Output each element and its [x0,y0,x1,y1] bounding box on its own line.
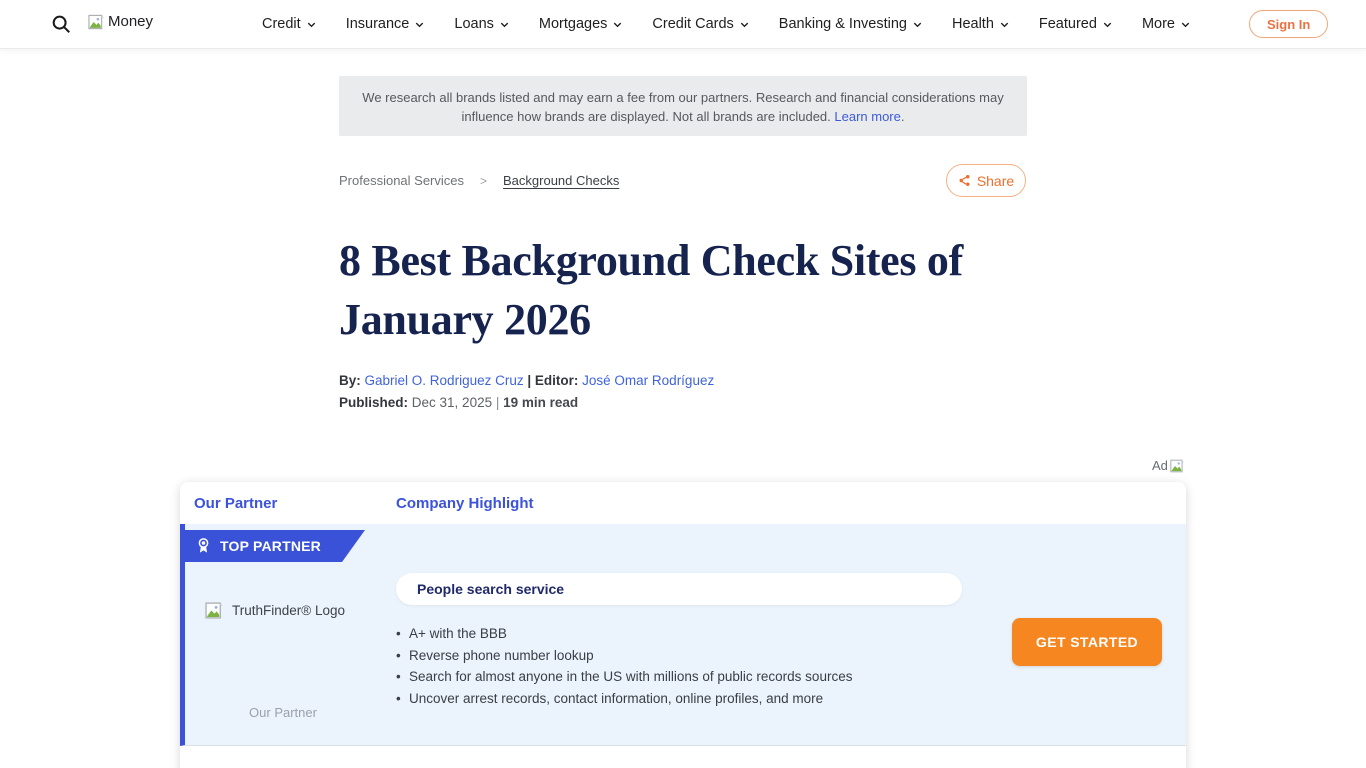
byline: By: Gabriel O. Rodriguez Cruz | Editor: … [339,373,714,388]
page-title: 8 Best Background Check Sites of January… [339,231,1051,349]
partner-logo[interactable]: TruthFinder® Logo [195,602,355,619]
breadcrumb-parent[interactable]: Professional Services [339,173,464,188]
chevron-down-icon [414,19,425,30]
top-partner-row: TOP PARTNER TruthFinder® Logo Our Partne… [180,524,1186,746]
published-date: Dec 31, 2025 [412,395,492,410]
nav-item-more[interactable]: More [1142,16,1191,32]
highlight-category-pill: People search service [396,573,962,605]
published-label: Published: [339,395,408,410]
nav-item-mortgages[interactable]: Mortgages [539,16,624,32]
broken-image-icon [205,602,224,619]
advertiser-disclosure: We research all brands listed and may ea… [339,76,1027,136]
our-partner-caption: Our Partner [203,705,363,720]
broken-image-icon [1170,459,1185,473]
sign-in-button[interactable]: Sign In [1249,10,1328,38]
breadcrumb-current[interactable]: Background Checks [503,173,619,188]
next-partner-row [180,746,1186,768]
chevron-down-icon [999,19,1010,30]
read-time: 19 min read [503,395,578,410]
chevron-down-icon [306,19,317,30]
ad-label: Ad [1152,458,1185,473]
column-header-our-partner: Our Partner [194,495,277,512]
list-item: Search for almost anyone in the US with … [393,666,1003,688]
author-link[interactable]: Gabriel O. Rodriguez Cruz [365,373,524,388]
partner-card-header: Our Partner Company Highlight [180,482,1186,524]
partner-logo-alt-text: TruthFinder® Logo [232,603,345,618]
nav-item-credit[interactable]: Credit [262,16,317,32]
share-button[interactable]: Share [946,164,1026,197]
get-started-button[interactable]: GET STARTED [1012,618,1162,666]
published-line: Published: Dec 31, 2025 | 19 min read [339,395,578,410]
list-item: Reverse phone number lookup [393,645,1003,667]
nav-item-banking-investing[interactable]: Banking & Investing [779,16,923,32]
chevron-down-icon [612,19,623,30]
partner-comparison-card: Our Partner Company Highlight TOP PARTNE… [180,482,1186,768]
nav-item-health[interactable]: Health [952,16,1010,32]
top-partner-badge-label: TOP PARTNER [220,538,321,554]
highlight-bullet-list: A+ with the BBB Reverse phone number loo… [393,623,1003,710]
chevron-down-icon [912,19,923,30]
by-label: By: [339,373,361,388]
share-icon [958,174,971,187]
broken-image-icon [88,14,105,30]
nav-item-credit-cards[interactable]: Credit Cards [652,16,749,32]
nav-item-insurance[interactable]: Insurance [346,16,426,32]
main-nav: Credit Insurance Loans Mortgages Credit … [262,0,1191,48]
chevron-down-icon [739,19,750,30]
chevron-down-icon [1102,19,1113,30]
logo-alt-text: Money [108,13,153,30]
nav-item-featured[interactable]: Featured [1039,16,1113,32]
editor-label: | Editor: [527,373,578,388]
nav-item-loans[interactable]: Loans [454,16,510,32]
money-logo[interactable]: Money [88,13,153,30]
editor-link[interactable]: José Omar Rodríguez [582,373,714,388]
list-item: A+ with the BBB [393,623,1003,645]
award-ribbon-icon [196,537,211,555]
page: Money Credit Insurance Loans Mortgages C… [0,0,1366,768]
learn-more-link[interactable]: Learn more [834,109,900,124]
breadcrumb: Professional Services > Background Check… [339,173,619,188]
column-header-company-highlight: Company Highlight [396,495,534,512]
breadcrumb-separator: > [480,174,487,188]
list-item: Uncover arrest records, contact informat… [393,688,1003,710]
disclosure-text: We research all brands listed and may ea… [362,90,1003,124]
chevron-down-icon [1180,19,1191,30]
chevron-down-icon [499,19,510,30]
top-partner-badge: TOP PARTNER [185,530,365,562]
top-nav-bar: Money Credit Insurance Loans Mortgages C… [0,0,1366,48]
search-icon[interactable] [50,13,72,35]
